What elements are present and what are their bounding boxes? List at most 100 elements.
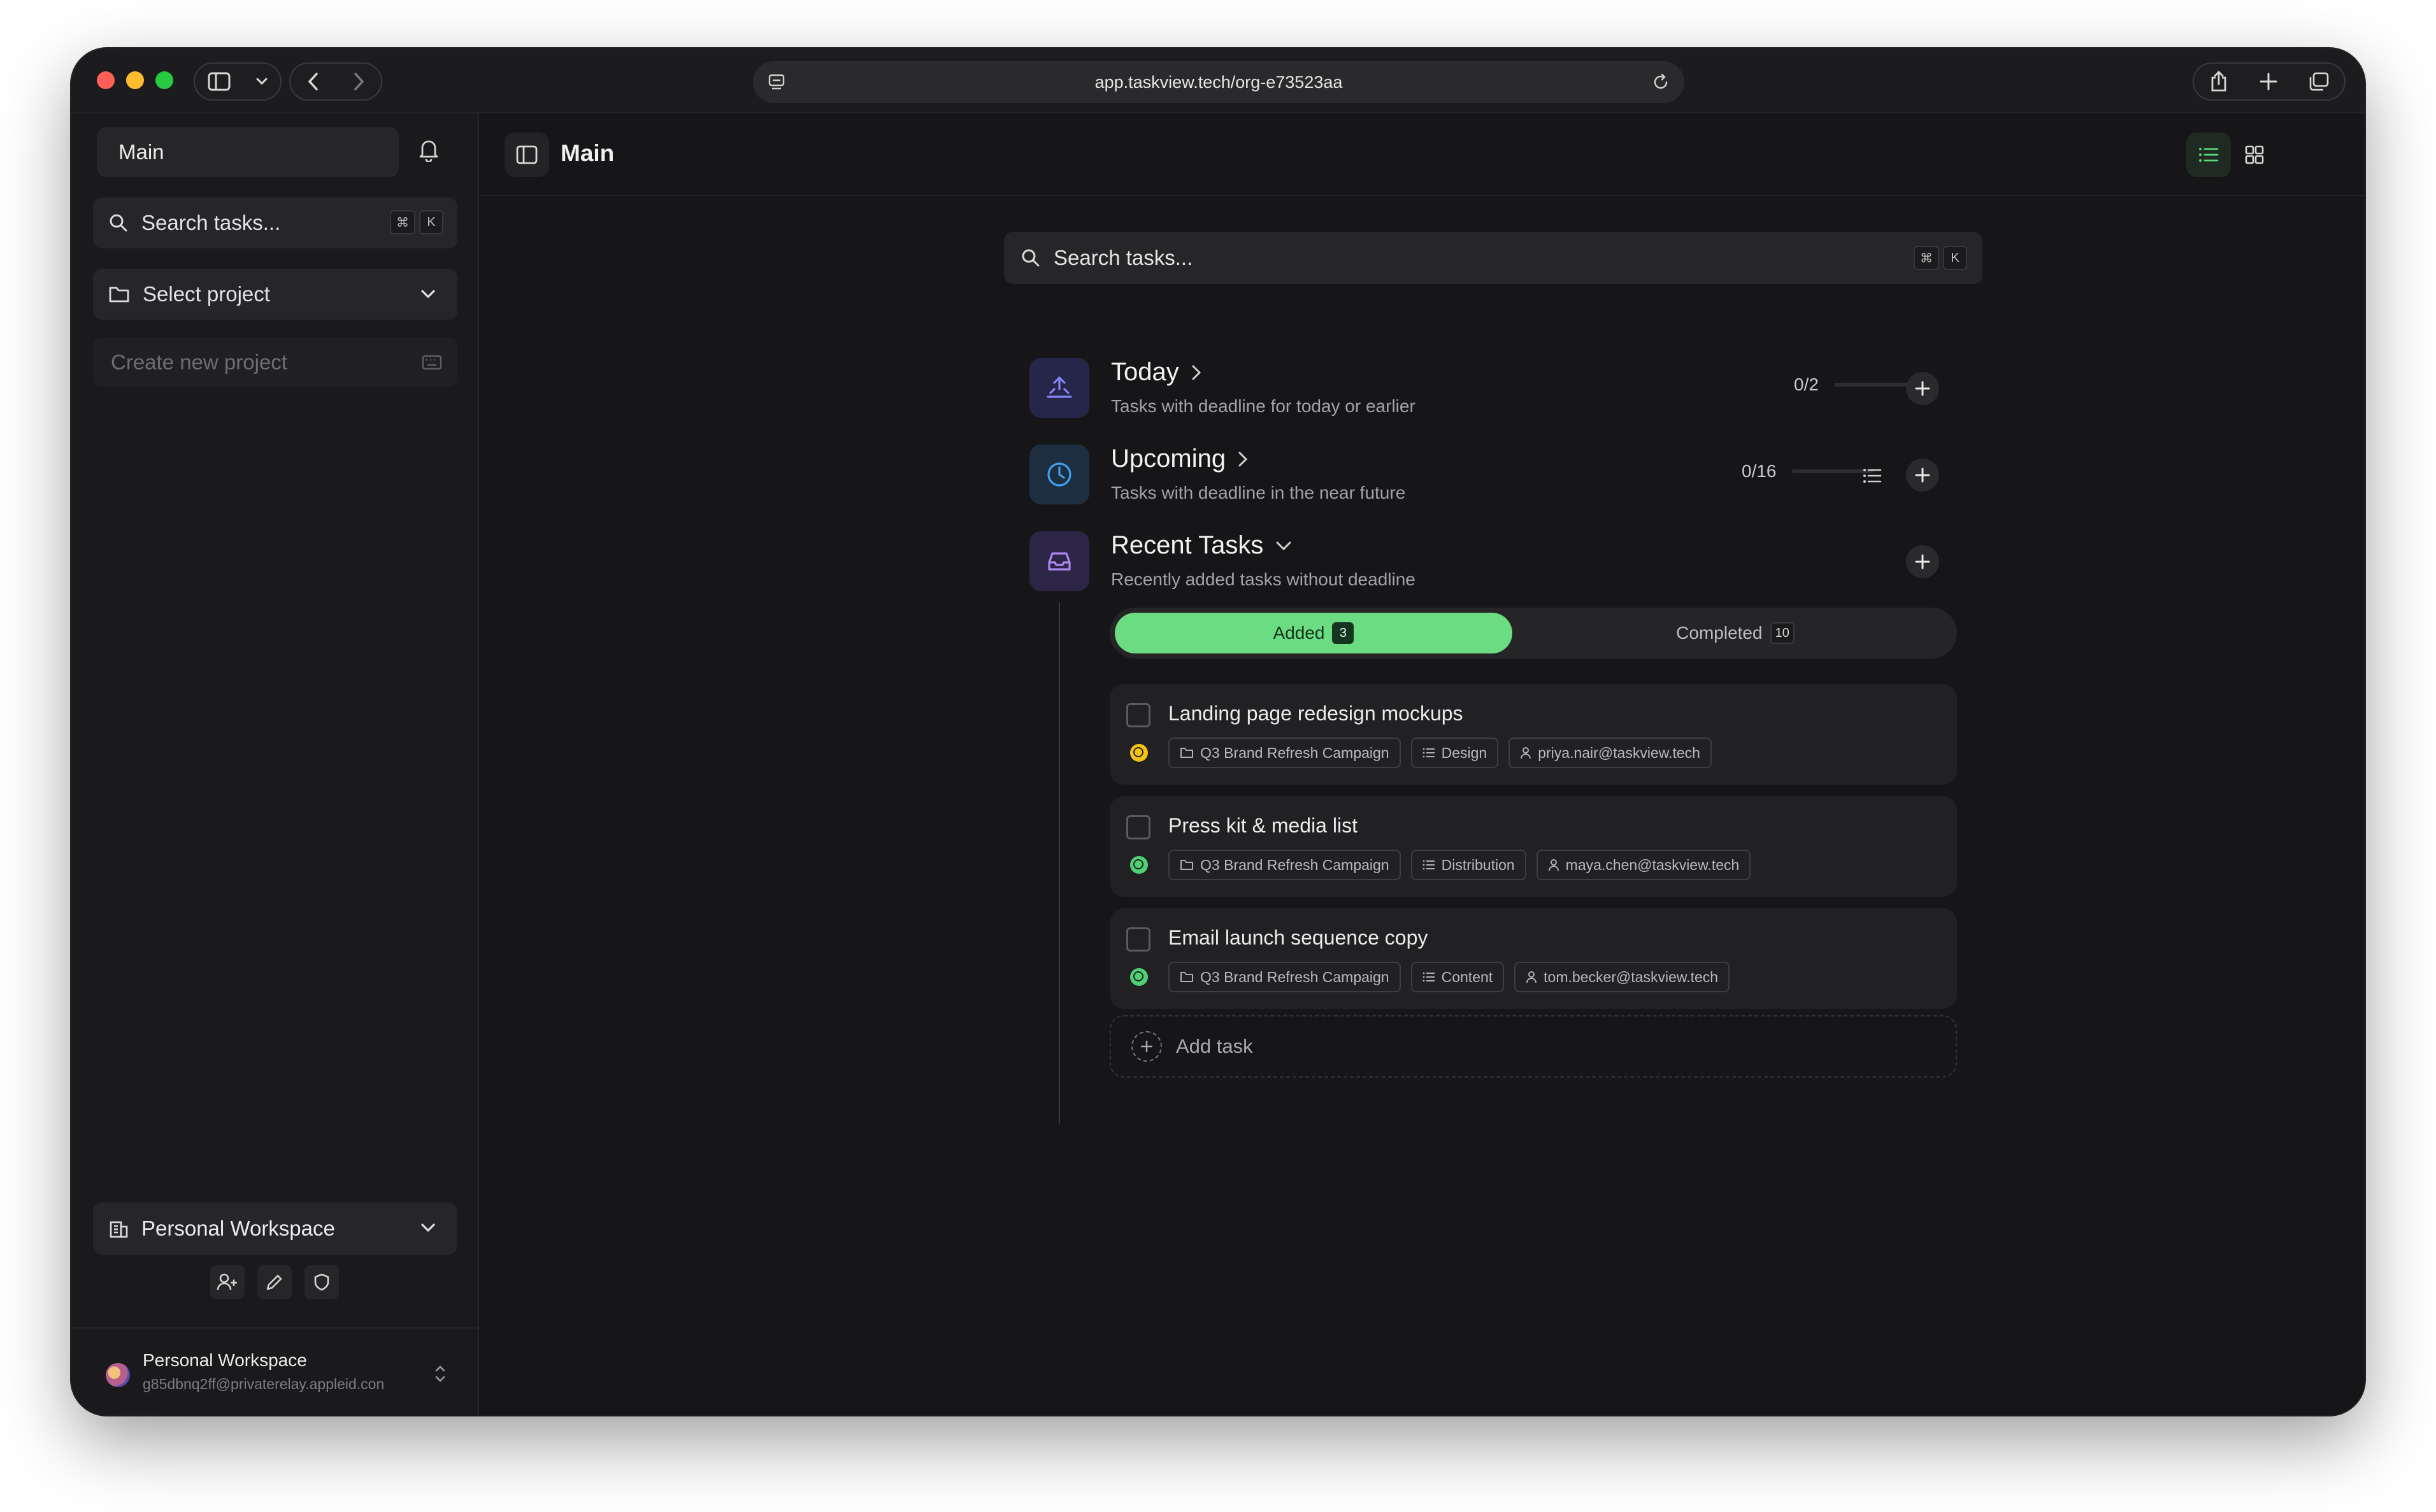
- task-assignee-label: tom.becker@taskview.tech: [1544, 968, 1719, 985]
- task-title: Press kit & media list: [1168, 814, 1358, 837]
- task-meta: Q3 Brand Refresh Campaign Distribution m…: [1168, 850, 1751, 880]
- add-recent-task-button[interactable]: [1906, 545, 1939, 578]
- browser-nav-buttons: [289, 62, 382, 101]
- shield-icon: [313, 1273, 331, 1292]
- chevron-down-icon: [255, 77, 268, 86]
- section-today-title[interactable]: Today: [1111, 358, 1202, 387]
- user-icon: [1548, 859, 1559, 871]
- task-title: Email launch sequence copy: [1168, 926, 1428, 949]
- chevron-right-icon: [1237, 450, 1249, 468]
- toggle-sidebar-button[interactable]: [505, 132, 549, 177]
- edit-workspace-button[interactable]: [257, 1265, 292, 1299]
- sidebar-divider: [71, 1327, 478, 1329]
- task-status-indicator[interactable]: [1130, 744, 1148, 762]
- bell-icon[interactable]: [418, 138, 440, 162]
- add-upcoming-task-button[interactable]: [1906, 459, 1939, 492]
- task-checkbox[interactable]: [1126, 815, 1150, 839]
- list-view-button[interactable]: [2186, 132, 2231, 177]
- task-status-indicator[interactable]: [1130, 968, 1148, 986]
- task-list-chip[interactable]: Distribution: [1410, 850, 1526, 880]
- plus-icon: [1131, 1031, 1162, 1062]
- task-list-label: Distribution: [1441, 856, 1515, 873]
- task-item[interactable]: Email launch sequence copy Q3 Brand Refr…: [1110, 908, 1957, 1009]
- task-meta: Q3 Brand Refresh Campaign Content tom.be…: [1168, 962, 1730, 992]
- task-assignee-chip[interactable]: priya.nair@taskview.tech: [1508, 738, 1712, 768]
- grid-view-button[interactable]: [2232, 132, 2277, 177]
- address-bar[interactable]: app.taskview.tech/org-e73523aa: [753, 61, 1684, 103]
- shortcut-key-cmd: ⌘: [390, 210, 415, 234]
- task-checkbox[interactable]: [1126, 703, 1150, 727]
- tab-completed[interactable]: Completed 10: [1517, 613, 1953, 653]
- main-view-selector[interactable]: Main: [97, 127, 399, 177]
- list-icon[interactable]: [1863, 467, 1882, 484]
- tab-completed-label: Completed: [1676, 623, 1763, 643]
- list-icon: [1422, 747, 1435, 759]
- task-assignee-chip[interactable]: tom.becker@taskview.tech: [1514, 962, 1730, 992]
- task-project-label: Q3 Brand Refresh Campaign: [1200, 744, 1389, 761]
- section-today-label: Today: [1111, 358, 1179, 386]
- minimize-window-button[interactable]: [126, 71, 144, 89]
- new-tab-icon[interactable]: [2259, 72, 2278, 91]
- section-upcoming: Upcoming Tasks with deadline in the near…: [1029, 445, 1957, 508]
- chevron-down-icon: [419, 1219, 437, 1237]
- share-icon[interactable]: [2209, 70, 2229, 93]
- workspace-tools: [210, 1265, 339, 1299]
- task-list-chip[interactable]: Design: [1410, 738, 1499, 768]
- task-project-chip[interactable]: Q3 Brand Refresh Campaign: [1168, 962, 1401, 992]
- task-project-label: Q3 Brand Refresh Campaign: [1200, 968, 1389, 985]
- task-list-label: Design: [1441, 744, 1487, 761]
- tree-line: [1059, 603, 1060, 1123]
- inbox-icon: [1029, 531, 1089, 591]
- browser-sidebar-toggle[interactable]: [194, 62, 282, 101]
- task-project-chip[interactable]: Q3 Brand Refresh Campaign: [1168, 850, 1401, 880]
- main-header: Main: [479, 113, 2365, 196]
- workspace-security-button[interactable]: [304, 1265, 339, 1299]
- forward-icon[interactable]: [352, 72, 365, 91]
- section-recent: Recent Tasks Recently added tasks withou…: [1029, 531, 1957, 595]
- section-today-subtitle: Tasks with deadline for today or earlier: [1111, 396, 1415, 416]
- tab-overview-icon[interactable]: [2308, 71, 2330, 92]
- back-icon[interactable]: [307, 72, 320, 91]
- main-content: Main Search tasks... ⌘ K Today Tasks wit…: [479, 113, 2365, 1415]
- task-item[interactable]: Landing page redesign mockups Q3 Brand R…: [1110, 684, 1957, 785]
- section-recent-title[interactable]: Recent Tasks: [1111, 531, 1293, 560]
- account-switcher[interactable]: Personal Workspace g85dbnq2ff@privaterel…: [106, 1350, 462, 1401]
- task-search-input[interactable]: Search tasks... ⌘ K: [1004, 232, 1982, 284]
- list-icon: [1422, 971, 1435, 983]
- section-upcoming-label: Upcoming: [1111, 445, 1226, 473]
- add-today-task-button[interactable]: [1906, 372, 1939, 405]
- folder-icon: [1180, 971, 1194, 983]
- create-project-input[interactable]: Create new project: [93, 338, 457, 387]
- search-shortcut: ⌘ K: [1914, 246, 1967, 270]
- sidebar: Main Search tasks... ⌘ K Select project: [71, 113, 479, 1415]
- task-search-placeholder: Search tasks...: [1054, 246, 1193, 269]
- close-window-button[interactable]: [97, 71, 115, 89]
- section-today-progress: 0/2: [1794, 374, 1916, 395]
- grid-icon: [2244, 145, 2265, 165]
- chevron-down-icon: [1275, 539, 1293, 552]
- task-checkbox[interactable]: [1126, 927, 1150, 952]
- tab-added[interactable]: Added 3: [1115, 613, 1512, 653]
- progress-count: 0/2: [1794, 374, 1819, 394]
- folder-icon: [1180, 746, 1194, 759]
- task-item[interactable]: Press kit & media list Q3 Brand Refresh …: [1110, 796, 1957, 897]
- task-status-indicator[interactable]: [1130, 856, 1148, 874]
- maximize-window-button[interactable]: [155, 71, 173, 89]
- task-list-label: Content: [1441, 968, 1493, 985]
- project-select[interactable]: Select project: [93, 269, 457, 320]
- add-task-button[interactable]: Add task: [1110, 1015, 1957, 1078]
- sidebar-search-input[interactable]: Search tasks... ⌘ K: [93, 197, 457, 248]
- section-upcoming-title[interactable]: Upcoming: [1111, 445, 1249, 473]
- task-project-chip[interactable]: Q3 Brand Refresh Campaign: [1168, 738, 1401, 768]
- section-upcoming-progress: 0/16: [1742, 461, 1874, 481]
- task-list-chip[interactable]: Content: [1410, 962, 1505, 992]
- keyboard-icon: [422, 354, 442, 371]
- avatar: [106, 1363, 130, 1387]
- task-assignee-chip[interactable]: maya.chen@taskview.tech: [1536, 850, 1751, 880]
- reload-icon[interactable]: [1651, 73, 1670, 92]
- site-settings-icon[interactable]: [767, 73, 786, 92]
- workspace-select[interactable]: Personal Workspace: [93, 1202, 457, 1255]
- invite-member-button[interactable]: [210, 1265, 245, 1299]
- search-shortcut: ⌘ K: [390, 210, 443, 234]
- list-icon: [2198, 145, 2219, 164]
